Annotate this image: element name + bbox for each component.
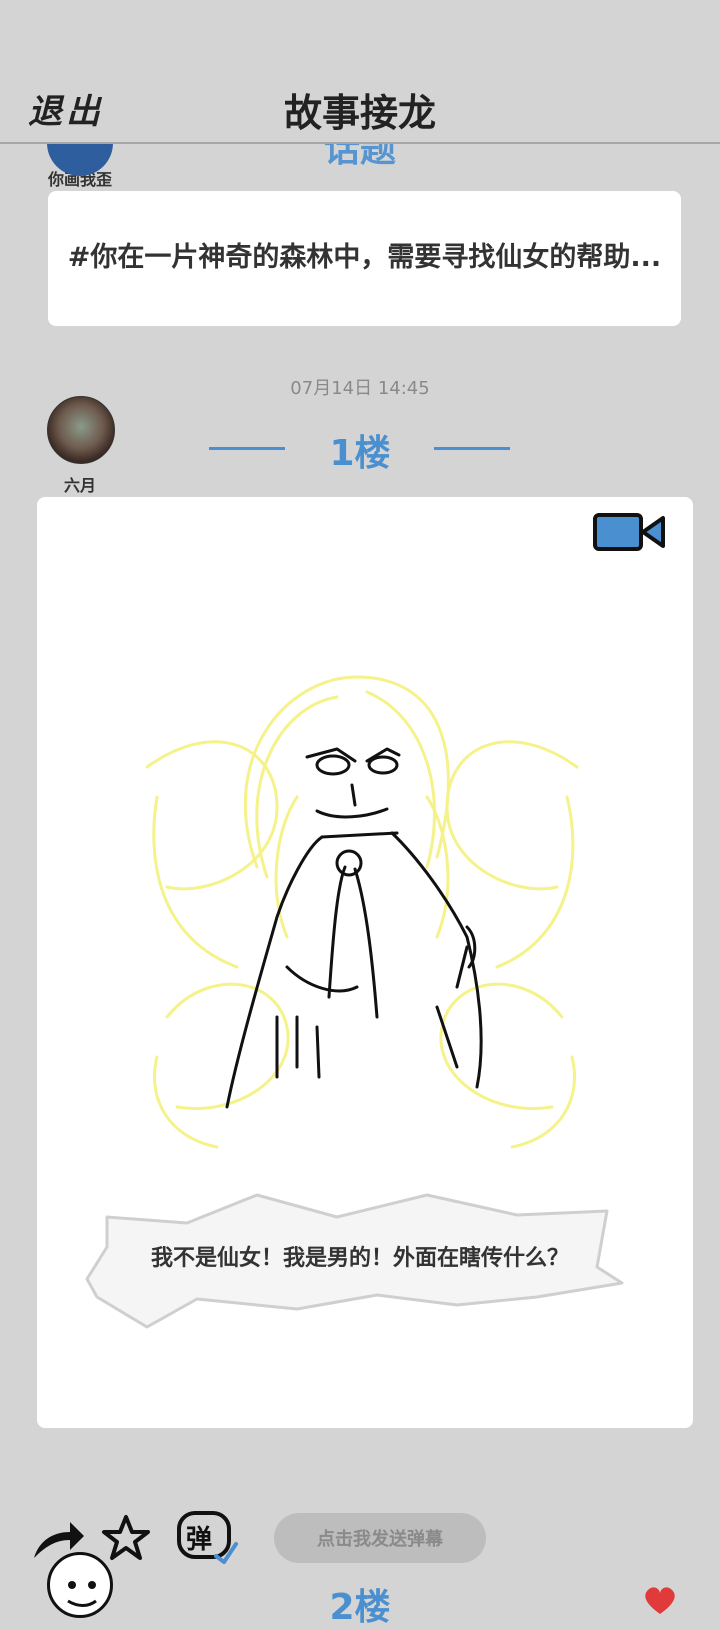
post-author-avatar[interactable] <box>47 396 115 464</box>
top-bar: 退出 故事接龙 <box>0 0 720 144</box>
danmaku-icon-label: 弹 <box>186 1525 213 1555</box>
post-floor-title: 1楼 <box>329 433 391 474</box>
header-divider <box>0 142 720 144</box>
danmaku-input[interactable]: 点击我发送弹幕 <box>274 1513 486 1563</box>
next-floor-title: 2楼 <box>329 1587 391 1628</box>
topic-text: #你在一片神奇的森林中，需要寻找仙女的帮助... <box>67 242 662 274</box>
post-timestamp: 07月14日 14:45 <box>290 378 430 399</box>
next-author-avatar[interactable] <box>47 1552 113 1618</box>
meme-face-icon <box>67 1581 97 1607</box>
star-icon[interactable] <box>100 1513 152 1563</box>
heart-icon[interactable] <box>640 1584 680 1614</box>
video-camera-icon[interactable] <box>593 511 667 553</box>
topic-card: #你在一片神奇的森林中，需要寻找仙女的帮助... <box>48 191 681 326</box>
floor-dash-right <box>434 447 510 450</box>
speech-text: 我不是仙女！我是男的！外面在瞎传什么？ <box>150 1246 569 1271</box>
danmaku-toggle-button[interactable]: 弹 <box>176 1510 238 1564</box>
page-title: 故事接龙 <box>283 91 436 135</box>
post-author-name: 六月 <box>63 476 96 495</box>
drawing-card[interactable] <box>37 497 693 1428</box>
